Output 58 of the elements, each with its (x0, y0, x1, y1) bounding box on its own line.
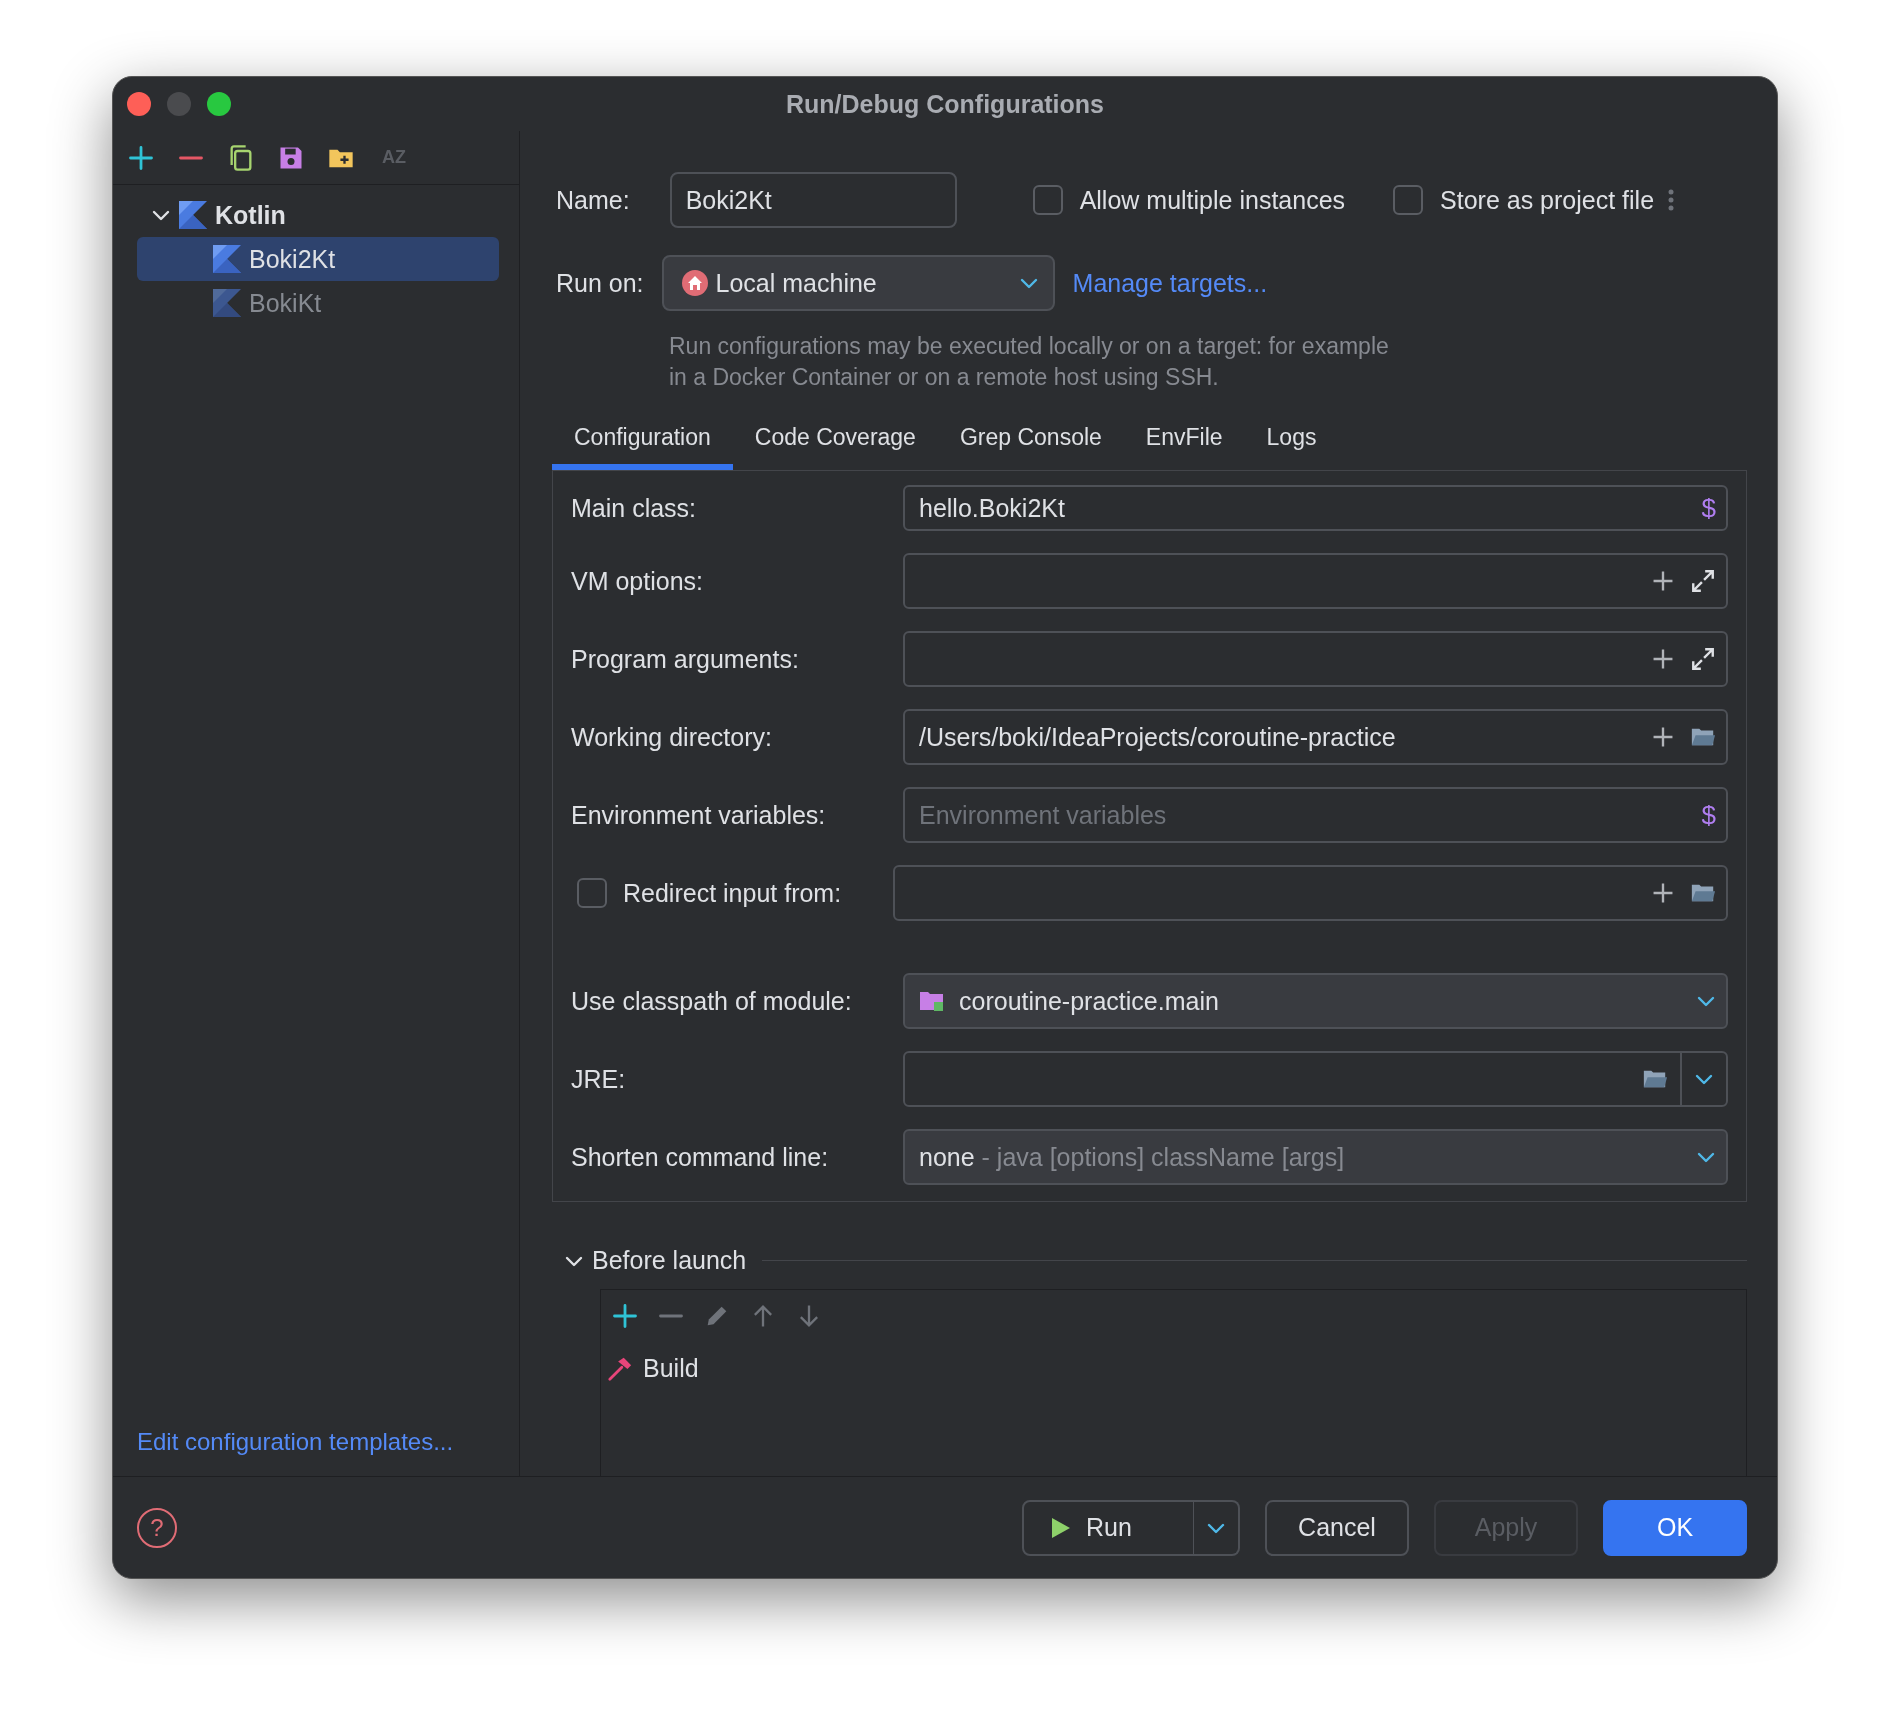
jre-field[interactable] (903, 1051, 1728, 1107)
dialog-button[interactable]: Cancel (1265, 1499, 1409, 1556)
field-label: Environment variables: (571, 800, 827, 830)
name-field[interactable]: Boki2Kt (669, 172, 957, 228)
kotlin-icon (213, 289, 241, 317)
dialog-button[interactable]: OK (1603, 1499, 1747, 1556)
module-dropdown[interactable]: coroutine-practice.main (903, 973, 1728, 1029)
checkbox[interactable] (1032, 185, 1063, 215)
macro-icon[interactable]: $ (1701, 799, 1716, 831)
zoom-button[interactable] (207, 92, 231, 116)
kotlin-icon (213, 245, 241, 273)
close-button[interactable] (127, 92, 151, 116)
field-label: Run on: (556, 268, 644, 298)
checkbox[interactable] (1393, 185, 1424, 215)
tab[interactable]: EnvFile (1123, 410, 1245, 470)
text-field[interactable] (903, 631, 1728, 687)
home-icon (681, 270, 708, 296)
task-label: Build (643, 1354, 699, 1383)
field-label: Working directory: (571, 722, 773, 752)
tab[interactable]: Code Coverage (732, 410, 938, 470)
path-field[interactable]: /Users/boki/IdeaProjects/coroutine-practice (903, 709, 1728, 765)
macro-icon[interactable]: $ (1701, 492, 1716, 524)
tab[interactable]: Configuration (552, 410, 733, 470)
kotlin-icon (179, 201, 207, 229)
tab[interactable]: Logs (1244, 410, 1339, 470)
command-line-dropdown[interactable]: none - java [options] className [args] (903, 1129, 1728, 1185)
add-icon[interactable] (611, 1302, 639, 1330)
checkbox[interactable] (577, 878, 607, 908)
path-field[interactable] (893, 865, 1728, 921)
add-icon[interactable] (127, 143, 155, 172)
manage-targets-link[interactable]: Manage targets... (1072, 268, 1268, 298)
tab[interactable]: Grep Console (937, 410, 1124, 470)
window-title: Run/Debug Configurations (786, 89, 1104, 119)
text-field[interactable] (903, 553, 1728, 609)
field-label: Shorten command line: (571, 1142, 830, 1172)
text-field[interactable]: Environment variables $ (903, 787, 1728, 843)
field-label: Name: (556, 185, 630, 215)
checkbox-label: Store as project file (1440, 185, 1655, 215)
checkbox-label: Allow multiple instances (1079, 185, 1346, 215)
play-icon (1050, 1515, 1072, 1540)
field-label: VM options: (571, 566, 704, 596)
expand-icon[interactable] (1690, 646, 1716, 672)
expand-icon[interactable] (1690, 568, 1716, 594)
tree-item[interactable]: Boki2Kt (137, 237, 499, 281)
field-label: Main class: (571, 493, 698, 523)
checkbox-label: Redirect input from: (623, 878, 842, 908)
hint-text: Run configurations may be executed locally or on a target: for example in a Docker Container or on a remote host using SSH. (669, 332, 1389, 392)
text-field[interactable]: hello.Boki2Kt $ (903, 485, 1728, 531)
help-button[interactable]: ? (137, 1507, 177, 1548)
field-label: Use classpath of module: (571, 986, 853, 1016)
section-title: Before launch (592, 1246, 747, 1275)
field-label: JRE: (571, 1064, 627, 1094)
templates-link[interactable]: Edit configuration templates... (113, 1428, 454, 1456)
target-dropdown[interactable]: Local machine (661, 255, 1055, 311)
run-button[interactable]: Run (1022, 1499, 1194, 1556)
tree-item[interactable]: Kotlin (137, 193, 499, 237)
field-label: Program arguments: (571, 644, 800, 674)
hammer-icon (607, 1355, 633, 1382)
